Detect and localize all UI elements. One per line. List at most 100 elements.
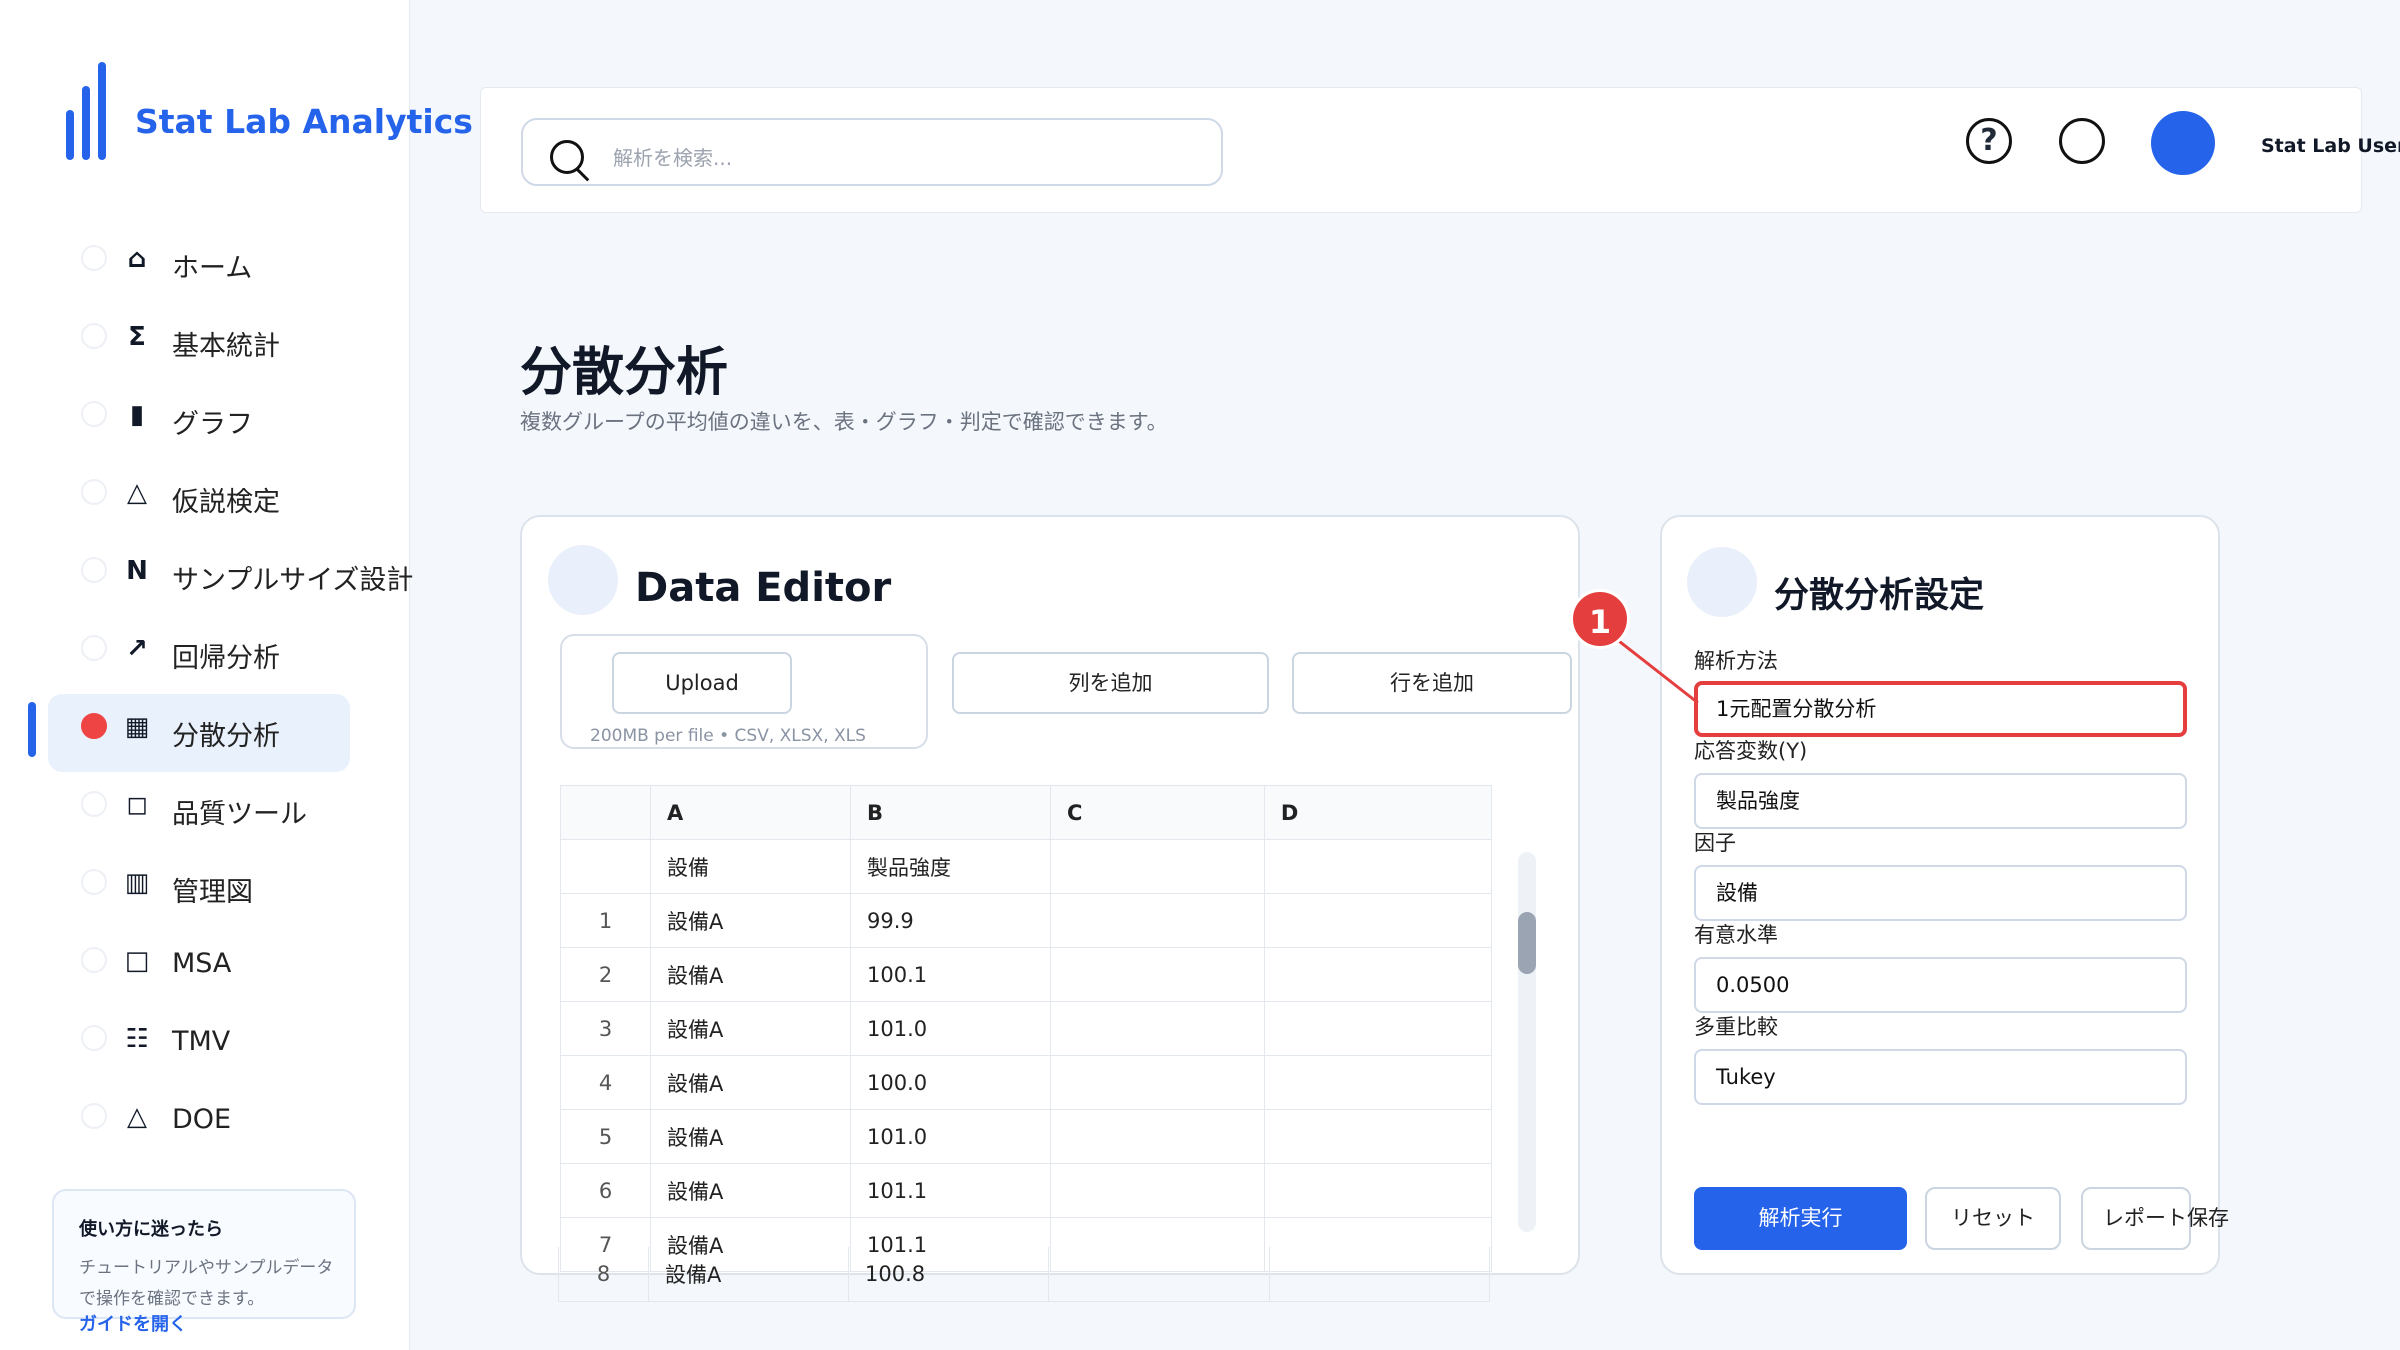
status-dot-icon: [81, 245, 107, 271]
table-cell[interactable]: 101.1: [850, 1163, 1051, 1218]
table-cell[interactable]: [1263, 1109, 1492, 1164]
upload-dropzone[interactable]: Upload 200MB per file • CSV, XLSX, XLS: [560, 634, 928, 749]
method-select[interactable]: 1元配置分散分析: [1694, 681, 2187, 737]
guide-link[interactable]: ガイドを開く: [79, 1310, 187, 1336]
nav-icon: ⌂: [127, 244, 147, 274]
sidebar-item[interactable]: ◻ 品質ツール: [46, 770, 406, 848]
add-row-button[interactable]: 行を追加: [1292, 652, 1572, 714]
reset-button[interactable]: リセット: [1925, 1187, 2061, 1250]
table-cell[interactable]: 100.8: [848, 1247, 1049, 1302]
table-cell[interactable]: 設備: [650, 839, 851, 894]
sidebar-item-label: DOE: [172, 1104, 232, 1135]
response-select[interactable]: 製品強度: [1694, 773, 2187, 829]
response-label: 応答変数(Y): [1694, 739, 1808, 763]
table-cell[interactable]: [1263, 1001, 1492, 1056]
sidebar: Stat Lab Analytics ⌂ ホーム Σ 基本統計 ▮ グラフ △ 仮説検定 N サン…: [0, 0, 473, 1350]
table-cell[interactable]: [1050, 839, 1265, 894]
table-cell[interactable]: 101.0: [850, 1109, 1051, 1164]
table-cell[interactable]: [1263, 1163, 1492, 1218]
table-cell[interactable]: [1263, 839, 1492, 894]
column-header[interactable]: A: [650, 785, 851, 840]
sidebar-item[interactable]: ▦ 分散分析: [46, 692, 406, 772]
sidebar-item[interactable]: □ MSA: [46, 926, 406, 1004]
sidebar-item[interactable]: ☷ TMV: [46, 1004, 406, 1082]
table-cell[interactable]: [1050, 893, 1265, 948]
column-header[interactable]: [560, 785, 651, 840]
table-cell[interactable]: [1050, 1001, 1265, 1056]
row-number: [560, 839, 651, 894]
app-logo[interactable]: Stat Lab Analytics: [66, 62, 473, 160]
sidebar-item-label: 管理図: [172, 877, 253, 908]
sidebar-item[interactable]: Σ 基本統計: [46, 302, 406, 380]
table-cell[interactable]: 設備A: [650, 1163, 851, 1218]
add-column-button[interactable]: 列を追加: [952, 652, 1269, 714]
search-input[interactable]: 解析を検索...: [521, 118, 1223, 186]
sidebar-item[interactable]: △ 仮説検定: [46, 458, 406, 536]
status-dot-icon: [81, 947, 107, 973]
upload-button[interactable]: Upload: [612, 652, 792, 714]
table-scrollbar[interactable]: [1518, 852, 1536, 1232]
table-cell[interactable]: [1050, 1055, 1265, 1110]
save-report-button[interactable]: レポート保存: [2081, 1187, 2229, 1250]
sidebar-item-label: TMV: [172, 1026, 231, 1057]
table-cell[interactable]: [1263, 1055, 1492, 1110]
table-cell[interactable]: 製品強度: [850, 839, 1051, 894]
status-dot-icon: [81, 1025, 107, 1051]
editor-icon: [548, 545, 618, 615]
sidebar-item[interactable]: ↗ 回帰分析: [46, 614, 406, 692]
help-icon[interactable]: ?: [1966, 118, 2012, 164]
table-cell[interactable]: [1048, 1247, 1270, 1302]
sidebar-item[interactable]: ▮ グラフ: [46, 380, 406, 458]
nav-icon: △: [127, 1102, 147, 1132]
run-analysis-button[interactable]: 解析実行: [1694, 1187, 1907, 1250]
table-cell[interactable]: 100.0: [850, 1055, 1051, 1110]
search-icon: [550, 140, 584, 174]
table-cell[interactable]: 99.9: [850, 893, 1051, 948]
table-cell[interactable]: [1268, 1247, 1490, 1302]
nav-icon: ◻: [126, 790, 148, 820]
app-title: Stat Lab Analytics: [135, 102, 473, 141]
table-cell[interactable]: 100.1: [850, 947, 1051, 1002]
sidebar-item[interactable]: ▥ 管理図: [46, 848, 406, 926]
row-number: 2: [560, 947, 651, 1002]
user-name[interactable]: Stat Lab User: [2261, 135, 2400, 157]
sidebar-item[interactable]: N サンプルサイズ設計: [46, 536, 413, 614]
search-placeholder: 解析を検索...: [613, 146, 733, 170]
column-header[interactable]: C: [1050, 785, 1265, 840]
sidebar-item[interactable]: △ DOE: [46, 1082, 406, 1160]
table-cell[interactable]: 101.0: [850, 1001, 1051, 1056]
table-cell[interactable]: 設備A: [650, 893, 851, 948]
row-number: 1: [560, 893, 651, 948]
notification-icon[interactable]: [2059, 118, 2105, 164]
multi-compare-select[interactable]: Tukey: [1694, 1049, 2187, 1105]
help-title: 使い方に迷ったら: [79, 1219, 223, 1240]
table-cell[interactable]: [1050, 1163, 1265, 1218]
avatar[interactable]: [2151, 111, 2215, 175]
table-row: 設備 製品強度: [560, 839, 1492, 894]
factor-select[interactable]: 設備: [1694, 865, 2187, 921]
settings-title: 分散分析設定: [1774, 576, 1985, 616]
table-scrollbar-thumb[interactable]: [1518, 912, 1536, 974]
table-cell[interactable]: [1263, 893, 1492, 948]
nav-icon: ↗: [126, 634, 148, 664]
table-cell[interactable]: 設備A: [650, 947, 851, 1002]
column-header[interactable]: B: [850, 785, 1051, 840]
table-cell[interactable]: 設備A: [648, 1247, 849, 1302]
row-number: 6: [560, 1163, 651, 1218]
sidebar-item-label: 回帰分析: [172, 643, 280, 674]
table-cell[interactable]: [1050, 947, 1265, 1002]
table-cell[interactable]: [1050, 1109, 1265, 1164]
table-row: 3 設備A 101.0: [560, 1001, 1492, 1056]
alpha-input[interactable]: 0.0500: [1694, 957, 2187, 1013]
table-cell[interactable]: [1263, 947, 1492, 1002]
nav-icon: ▥: [124, 868, 150, 898]
nav-icon: N: [126, 556, 148, 586]
table-cell[interactable]: 設備A: [650, 1001, 851, 1056]
column-header[interactable]: D: [1263, 785, 1492, 840]
sidebar-item-label: 品質ツール: [172, 799, 307, 830]
sidebar-item[interactable]: ⌂ ホーム: [46, 224, 406, 302]
sidebar-item-label: MSA: [172, 948, 232, 979]
table-cell[interactable]: 設備A: [650, 1055, 851, 1110]
table-cell[interactable]: 設備A: [650, 1109, 851, 1164]
sidebar-item-label: グラフ: [172, 409, 253, 440]
